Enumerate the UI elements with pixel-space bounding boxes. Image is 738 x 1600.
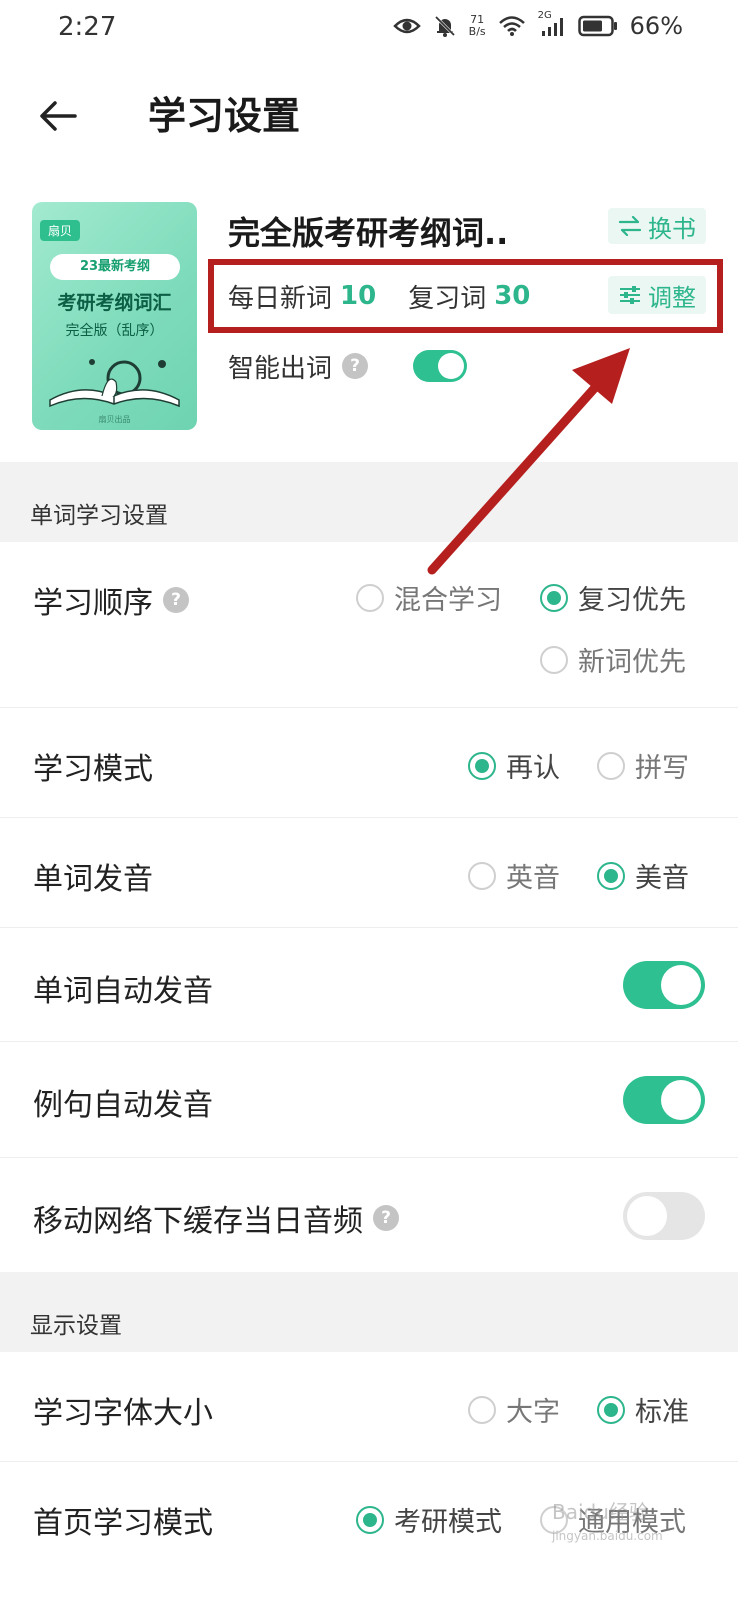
auto-sentence-label: 例句自动发音: [33, 1088, 213, 1123]
net-speed: 71 B/s: [469, 14, 486, 38]
auto-word-toggle[interactable]: [623, 961, 705, 1009]
font-size-label: 学习字体大小: [33, 1396, 213, 1431]
setting-row-cache-audio: 移动网络下缓存当日音频 ?: [0, 1158, 738, 1272]
section-title-display: 显示设置: [30, 1313, 122, 1339]
option-label: 拼写: [635, 753, 689, 784]
option-label: 复习优先: [578, 585, 686, 616]
option-label: 考研模式: [394, 1507, 502, 1538]
radio-selected-icon: [356, 1505, 384, 1534]
cache-audio-toggle[interactable]: [623, 1192, 705, 1240]
battery-percent: 66%: [629, 12, 683, 40]
radio-selected-icon: [597, 861, 625, 890]
battery-icon: [577, 15, 617, 37]
swap-icon: [618, 216, 642, 236]
option-new-first[interactable]: 新词优先: [540, 640, 686, 679]
open-book-illustration: [49, 359, 180, 408]
auto-word-label: 单词自动发音: [33, 974, 213, 1009]
page-title: 学习设置: [148, 94, 301, 138]
radio-icon: [356, 583, 384, 612]
option-large-font[interactable]: 大字: [468, 1390, 560, 1429]
status-bar: 2:27 71 B/s 2G 66%: [0, 0, 738, 60]
setting-row-order: 学习顺序 ? 混合学习 复习优先 新词优先: [0, 542, 738, 708]
setting-row-pronunciation: 单词发音 英音 美音: [0, 818, 738, 928]
auto-sentence-toggle[interactable]: [623, 1076, 705, 1124]
cover-title: 考研考纲词汇: [57, 292, 172, 314]
book-cover[interactable]: 扇贝 23最新考纲 考研考纲词汇 完全版（乱序） 扇贝出品: [32, 202, 197, 430]
option-review-first[interactable]: 复习优先: [540, 578, 686, 617]
bell-muted-icon: [434, 15, 455, 37]
radio-icon: [597, 751, 625, 780]
order-label: 学习顺序: [33, 586, 153, 621]
cover-brand: 扇贝: [40, 220, 81, 241]
help-icon[interactable]: ?: [342, 353, 369, 379]
back-button[interactable]: [30, 88, 86, 144]
help-icon[interactable]: ?: [163, 587, 189, 613]
back-arrow-icon: [40, 101, 77, 131]
watermark: Baidu经验 jingyan.baidu.com: [552, 1500, 663, 1548]
cover-subtitle: 完全版（乱序）: [65, 323, 164, 339]
status-icons: 71 B/s 2G 66%: [392, 10, 683, 40]
help-icon[interactable]: ?: [373, 1205, 399, 1231]
smart-words-row: 智能出词 ?: [228, 346, 369, 386]
net-speed-unit: B/s: [468, 25, 486, 38]
option-label: 混合学习: [394, 585, 502, 616]
app-header: 学习设置: [0, 72, 738, 162]
cover-publisher: 扇贝出品: [98, 415, 131, 424]
home-mode-label: 首页学习模式: [33, 1506, 213, 1541]
swap-book-button[interactable]: 换书: [608, 208, 706, 244]
eye-icon: [392, 18, 421, 34]
option-uk[interactable]: 英音: [468, 856, 560, 895]
smart-words-toggle[interactable]: [413, 350, 467, 382]
smart-words-label: 智能出词: [228, 353, 333, 384]
option-label: 美音: [635, 863, 689, 894]
book-title: 完全版考研考纲词..: [228, 214, 509, 252]
option-label: 再认: [506, 753, 560, 784]
order-label-wrap: 学习顺序 ?: [33, 578, 189, 622]
option-label: 新词优先: [578, 647, 686, 678]
setting-row-auto-word: 单词自动发音: [0, 928, 738, 1042]
cache-audio-label: 移动网络下缓存当日音频: [33, 1204, 363, 1239]
radio-selected-icon: [540, 583, 568, 612]
option-standard-font[interactable]: 标准: [597, 1390, 689, 1429]
cell-signal: 2G: [538, 10, 566, 38]
wifi-icon: [498, 16, 525, 36]
status-time: 2:27: [58, 12, 117, 42]
section-header-display: 显示设置: [0, 1272, 738, 1352]
watermark-url: jingyan.baidu.com: [552, 1529, 663, 1543]
annotation-highlight-box: [208, 259, 723, 333]
radio-selected-icon: [468, 751, 496, 780]
swap-book-label: 换书: [648, 214, 696, 243]
signal-bars-icon: [541, 18, 563, 36]
radio-selected-icon: [597, 1395, 625, 1424]
setting-row-font-size: 学习字体大小 大字 标准: [0, 1352, 738, 1462]
radio-icon: [468, 1395, 496, 1424]
book-card: 扇贝 23最新考纲 考研考纲词汇 完全版（乱序） 扇贝出品 完全版考研考纲词..…: [0, 190, 738, 460]
option-recognize[interactable]: 再认: [468, 746, 560, 785]
option-mixed[interactable]: 混合学习: [356, 578, 502, 617]
option-us[interactable]: 美音: [597, 856, 689, 895]
watermark-text: Baidu经验: [552, 1500, 649, 1524]
cover-badge: 23最新考纲: [50, 254, 180, 280]
option-exam-mode[interactable]: 考研模式: [356, 1500, 502, 1539]
option-label: 大字: [506, 1397, 560, 1428]
cache-audio-label-wrap: 移动网络下缓存当日音频 ?: [33, 1196, 399, 1240]
section-title-word: 单词学习设置: [30, 503, 168, 529]
option-label: 英音: [506, 863, 560, 894]
setting-row-mode: 学习模式 再认 拼写: [0, 708, 738, 818]
radio-icon: [468, 861, 496, 890]
mode-label: 学习模式: [33, 752, 153, 787]
option-label: 标准: [635, 1397, 689, 1428]
section-header-word: 单词学习设置: [0, 462, 738, 542]
radio-icon: [540, 645, 568, 674]
pronunciation-label: 单词发音: [33, 862, 153, 897]
option-spell[interactable]: 拼写: [597, 746, 689, 785]
setting-row-auto-sentence: 例句自动发音: [0, 1042, 738, 1158]
